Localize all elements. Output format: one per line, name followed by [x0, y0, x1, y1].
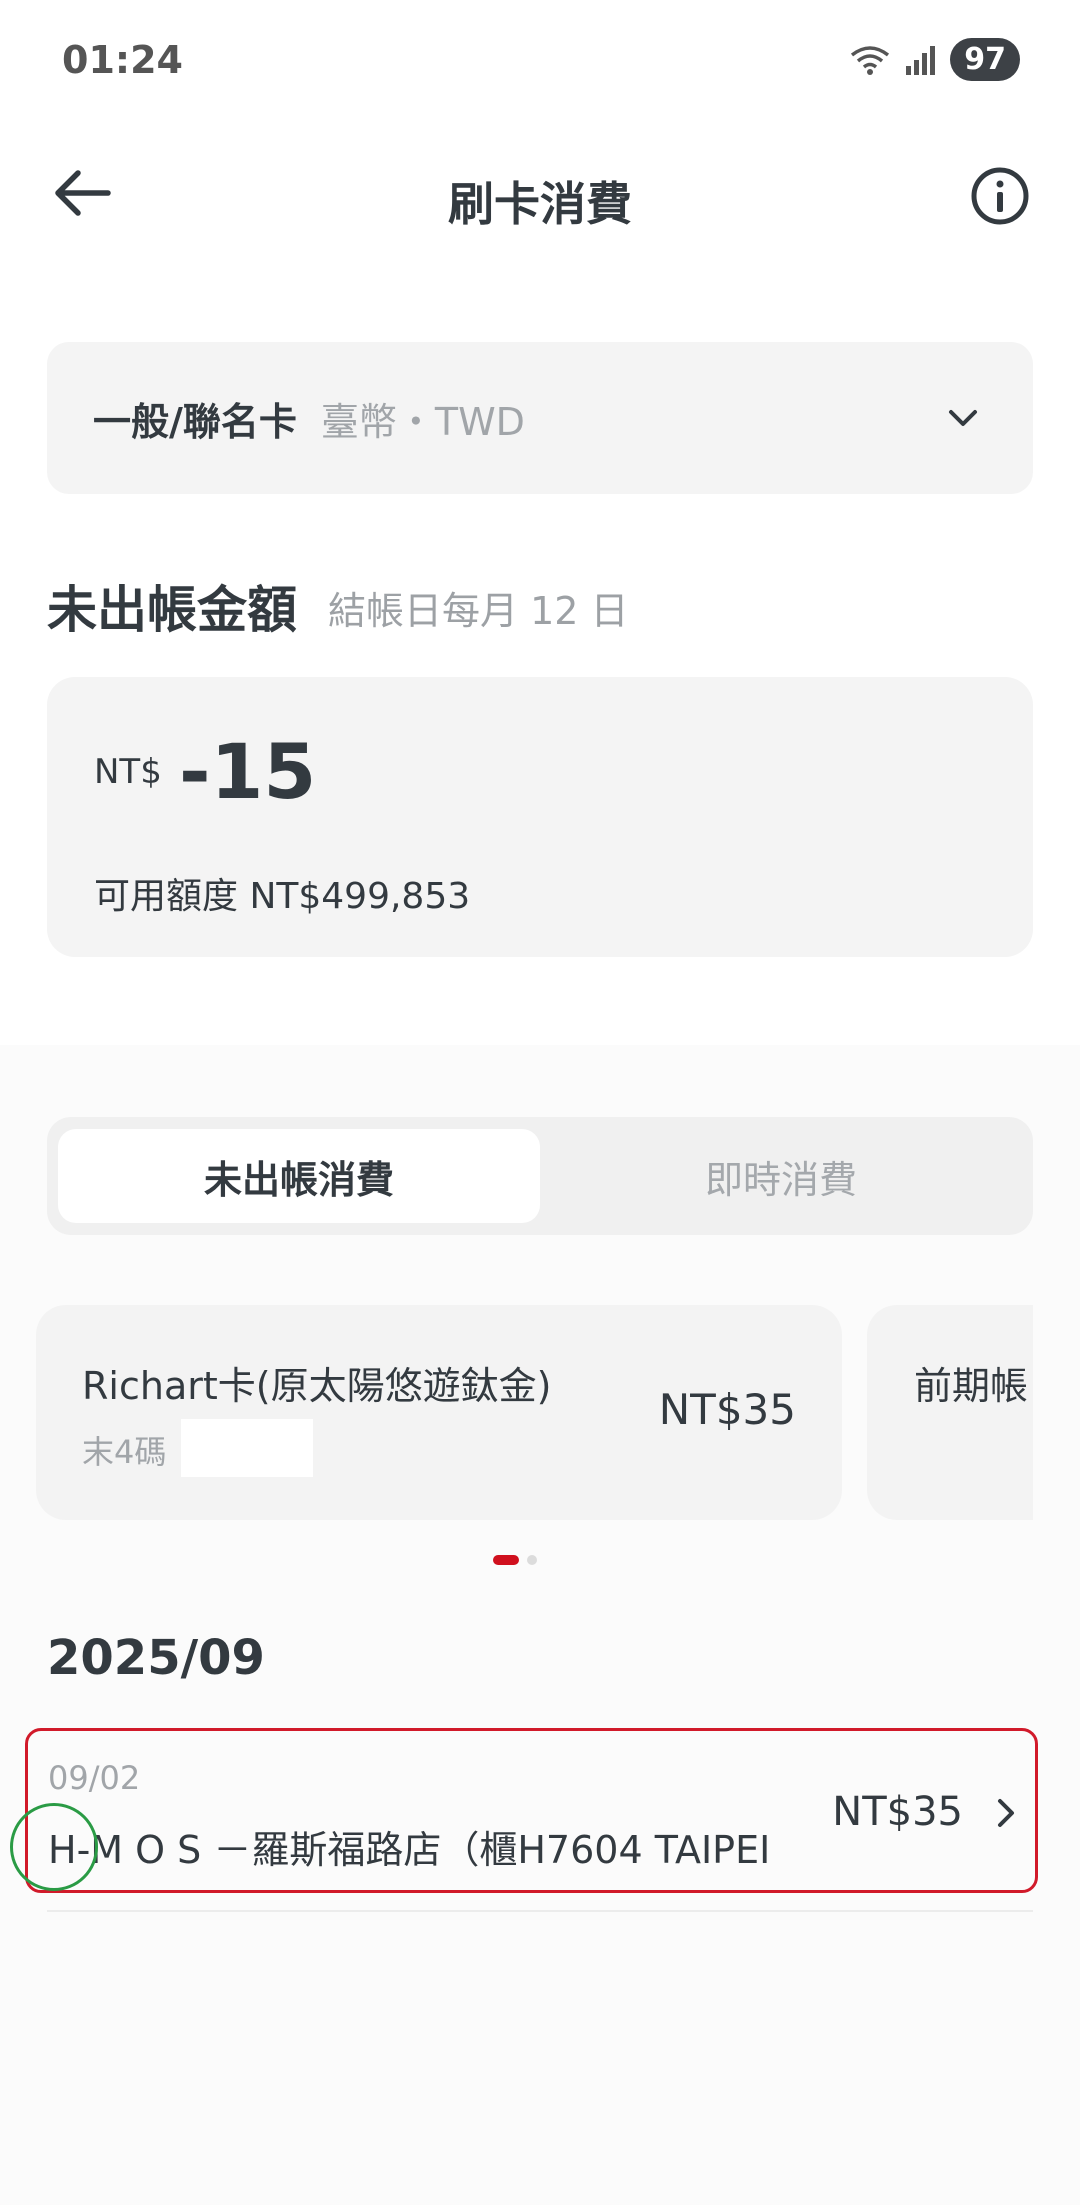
- card-last4-redacted: [181, 1419, 313, 1477]
- chevron-down-icon: [949, 410, 977, 426]
- status-time: 01:24: [62, 38, 183, 82]
- card-type-label: 一般/聯名卡: [93, 399, 297, 444]
- carousel-dot-active: [493, 1555, 519, 1565]
- transaction-amount: NT$35: [832, 1789, 963, 1835]
- card-type-selector[interactable]: 一般/聯名卡 臺幣・TWD: [47, 342, 1033, 494]
- chevron-right-icon: [998, 1799, 1014, 1827]
- card-last4-label: 末4碼: [82, 1433, 167, 1471]
- card-carousel[interactable]: Richart卡(原太陽悠遊鈦金) 末4碼 NT$35 前期帳: [0, 1305, 1033, 1520]
- page-title: 刷卡消費: [448, 177, 632, 231]
- month-heading: 2025/09: [47, 1630, 265, 1686]
- status-icons: 97: [848, 38, 1020, 81]
- page: 01:24 97 刷卡消費 一般/聯名卡 臺幣・TWD 未出帳金額 結帳日每月 …: [0, 0, 1080, 2205]
- info-icon: [971, 167, 1029, 225]
- info-button[interactable]: [970, 166, 1030, 230]
- unbilled-amount-card: NT$ -15 可用額度 NT$499,853: [47, 677, 1033, 957]
- battery-badge: 97: [950, 38, 1020, 81]
- tab-realtime[interactable]: 即時消費: [540, 1129, 1022, 1223]
- divider: [47, 1910, 1033, 1912]
- unbilled-title: 未出帳金額: [47, 581, 297, 639]
- currency-prefix: NT$: [94, 752, 162, 792]
- wifi-icon: [851, 45, 890, 75]
- carousel-dot: [527, 1555, 537, 1565]
- card-amount: NT$35: [658, 1385, 796, 1434]
- transaction-date: 09/02: [48, 1759, 141, 1797]
- card-summary-richart[interactable]: Richart卡(原太陽悠遊鈦金) 末4碼 NT$35: [36, 1305, 842, 1520]
- currency-label: 臺幣・TWD: [320, 399, 525, 444]
- signal-icon: [906, 45, 936, 75]
- transaction-row[interactable]: 09/02 H-M O S －羅斯福路店（櫃H7604 TAIPEI NT$35: [25, 1728, 1038, 1893]
- tab-unbilled[interactable]: 未出帳消費: [58, 1129, 540, 1223]
- transaction-description: H-M O S －羅斯福路店（櫃H7604 TAIPEI: [48, 1828, 771, 1872]
- tab-bar: 未出帳消費 即時消費: [47, 1117, 1033, 1235]
- carousel-indicator: [493, 1555, 537, 1565]
- card-name: 前期帳: [914, 1364, 1029, 1408]
- available-credit: 可用額度 NT$499,853: [94, 876, 471, 917]
- card-summary-previous[interactable]: 前期帳: [867, 1305, 1033, 1520]
- closing-date-note: 結帳日每月 12 日: [328, 589, 629, 633]
- annotation-circle: [10, 1803, 98, 1891]
- unbilled-amount: -15: [179, 727, 317, 816]
- card-name: Richart卡(原太陽悠遊鈦金): [82, 1364, 552, 1408]
